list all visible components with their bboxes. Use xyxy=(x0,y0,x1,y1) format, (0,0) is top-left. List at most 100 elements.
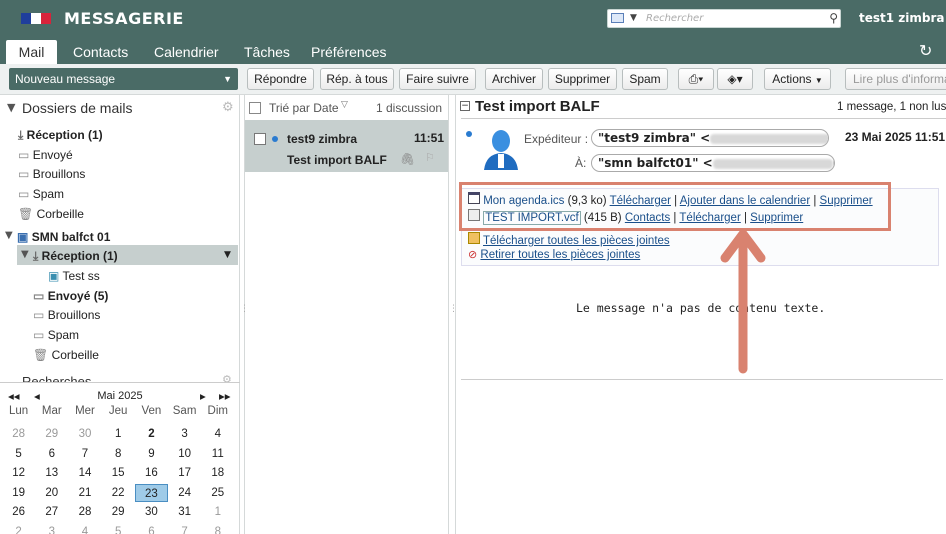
shared-folder-trash[interactable]: 🗑 Corbeille xyxy=(33,348,99,362)
calendar-day[interactable]: 14 xyxy=(68,464,101,482)
calendar-day[interactable]: 13 xyxy=(35,464,68,482)
select-all-checkbox[interactable] xyxy=(249,102,261,114)
refresh-icon[interactable]: ↻ xyxy=(919,41,932,60)
chevron-down-icon[interactable]: ▼ xyxy=(630,10,637,27)
shared-folder-inbox[interactable]: ⤓ Réception (1) xyxy=(33,249,118,264)
calendar-day[interactable]: 11 xyxy=(201,445,234,463)
calendar-day[interactable]: 30 xyxy=(68,425,101,443)
calendar-day[interactable]: 4 xyxy=(68,523,101,534)
forward-button[interactable]: Faire suivre xyxy=(399,68,476,90)
shared-folder-sent[interactable]: ▭ Envoyé (5) xyxy=(33,289,108,303)
to-address[interactable]: "smn balfct01" <r> xyxy=(591,154,835,172)
calendar-day[interactable]: 1 xyxy=(201,503,234,521)
collapse-icon[interactable]: − xyxy=(460,101,470,111)
calendar-day[interactable]: 15 xyxy=(102,464,135,482)
folder-inbox[interactable]: ⤓ Réception (1) xyxy=(18,128,103,143)
read-more-button[interactable]: Lire plus d'informa xyxy=(845,68,946,90)
calendar-day[interactable]: 23 xyxy=(134,483,168,502)
collapse-icon[interactable]: ▼ xyxy=(5,230,13,241)
tab-calendar[interactable]: Calendrier xyxy=(154,40,219,64)
calendar-day[interactable]: 3 xyxy=(35,523,68,534)
calendar-day[interactable]: 8 xyxy=(201,523,234,534)
calendar-day[interactable]: 5 xyxy=(2,445,35,463)
calendar-day[interactable]: 26 xyxy=(2,503,35,521)
spam-button[interactable]: Spam xyxy=(622,68,668,90)
delete-button[interactable]: Supprimer xyxy=(548,68,617,90)
calendar-day[interactable]: 5 xyxy=(102,523,135,534)
folder-drafts[interactable]: ▭ Brouillons xyxy=(18,167,85,181)
calendar-day[interactable]: 9 xyxy=(135,445,168,463)
calendar-day[interactable]: 29 xyxy=(102,503,135,521)
calendar-day[interactable]: 28 xyxy=(2,425,35,443)
calendar-day[interactable]: 22 xyxy=(102,484,135,502)
splitter-handle[interactable]: ⋮ xyxy=(449,305,458,314)
calendar-day[interactable]: 20 xyxy=(35,484,68,502)
calendar-day[interactable]: 19 xyxy=(2,484,35,502)
prev-year-icon[interactable]: ◂◂ xyxy=(8,389,20,403)
tab-tasks[interactable]: Tâches xyxy=(244,40,290,64)
calendar-day[interactable]: 30 xyxy=(135,503,168,521)
search-box[interactable]: ▼ Rechercher ⚲ xyxy=(607,9,841,28)
shared-folder-drafts[interactable]: ▭ Brouillons xyxy=(33,308,100,322)
reply-all-button[interactable]: Rép. à tous xyxy=(320,68,394,90)
sort-label[interactable]: Trié par Date xyxy=(269,101,339,115)
shared-folder-test-ss[interactable]: ▣ Test ss xyxy=(48,269,100,283)
gear-icon[interactable]: ⚙ xyxy=(222,100,234,115)
calendar-day[interactable]: 6 xyxy=(135,523,168,534)
next-year-icon[interactable]: ▸▸ xyxy=(219,389,231,403)
calendar-day[interactable]: 12 xyxy=(2,464,35,482)
tab-mail[interactable]: Mail xyxy=(6,40,57,64)
user-menu[interactable]: test1 zimbra xyxy=(859,11,945,25)
tab-preferences[interactable]: Préférences xyxy=(311,40,386,64)
calendar-day[interactable]: 8 xyxy=(102,445,135,463)
shared-mailbox[interactable]: ▣ SMN balfct 01 xyxy=(17,230,110,244)
calendar-day[interactable]: 29 xyxy=(35,425,68,443)
shared-folder-spam[interactable]: ▭ Spam xyxy=(33,328,79,342)
search-input[interactable]: Rechercher xyxy=(646,10,703,27)
new-message-button[interactable]: Nouveau message ▼ xyxy=(9,68,238,90)
print-button[interactable]: ⎙▾ xyxy=(678,68,714,90)
folder-trash[interactable]: 🗑 Corbeille xyxy=(18,207,84,221)
folder-sent[interactable]: ▭ Envoyé xyxy=(18,148,73,162)
calendar-day[interactable]: 4 xyxy=(201,425,234,443)
calendar-day[interactable]: 27 xyxy=(35,503,68,521)
envelope-icon[interactable] xyxy=(611,13,624,23)
calendar-day[interactable]: 21 xyxy=(68,484,101,502)
calendar-day[interactable]: 31 xyxy=(168,503,201,521)
collapse-icon[interactable]: ▼ xyxy=(7,101,15,114)
calendar-day[interactable]: 10 xyxy=(168,445,201,463)
calendar-day[interactable]: 3 xyxy=(168,425,201,443)
calendar-day[interactable]: 17 xyxy=(168,464,201,482)
calendar-day[interactable]: 25 xyxy=(201,484,234,502)
calendar-day[interactable]: 18 xyxy=(201,464,234,482)
archive-button[interactable]: Archiver xyxy=(485,68,543,90)
remove-all-link[interactable]: Retirer toutes les pièces jointes xyxy=(480,249,640,261)
calendar-day[interactable]: 1 xyxy=(102,425,135,443)
download-all-link[interactable]: Télécharger toutes les pièces jointes xyxy=(483,235,670,247)
message-checkbox[interactable] xyxy=(254,133,266,145)
tag-button[interactable]: ◈▾ xyxy=(717,68,753,90)
actions-button[interactable]: Actions ▼ xyxy=(764,68,831,90)
reply-button[interactable]: Répondre xyxy=(247,68,314,90)
chevron-down-icon[interactable]: ▼ xyxy=(224,250,231,260)
next-month-icon[interactable]: ▸ xyxy=(200,389,206,403)
calendar-day[interactable]: 24 xyxy=(168,484,201,502)
calendar-day[interactable]: 7 xyxy=(168,523,201,534)
prev-month-icon[interactable]: ◂ xyxy=(34,389,40,403)
calendar-day[interactable]: 7 xyxy=(68,445,101,463)
calendar-month[interactable]: Mai 2025 xyxy=(90,390,150,402)
calendar-day[interactable]: 2 xyxy=(135,425,168,443)
sort-icon[interactable]: ▽ xyxy=(341,100,348,110)
calendar-day[interactable]: 2 xyxy=(2,523,35,534)
folder-spam[interactable]: ▭ Spam xyxy=(18,187,64,201)
searches-header[interactable]: Recherches xyxy=(22,374,91,382)
calendar-day[interactable]: 16 xyxy=(135,464,168,482)
collapse-icon[interactable]: ▼ xyxy=(21,249,29,260)
calendar-day[interactable]: 28 xyxy=(68,503,101,521)
from-address[interactable]: "test9 zimbra" <> xyxy=(591,129,829,147)
flag-icon[interactable]: ⚐ xyxy=(425,151,435,164)
chevron-down-icon[interactable]: ▼ xyxy=(223,68,232,90)
tab-contacts[interactable]: Contacts xyxy=(73,40,128,64)
splitter-handle[interactable]: ⋮ xyxy=(240,305,249,314)
gear-icon[interactable]: ⚙ xyxy=(222,373,232,382)
